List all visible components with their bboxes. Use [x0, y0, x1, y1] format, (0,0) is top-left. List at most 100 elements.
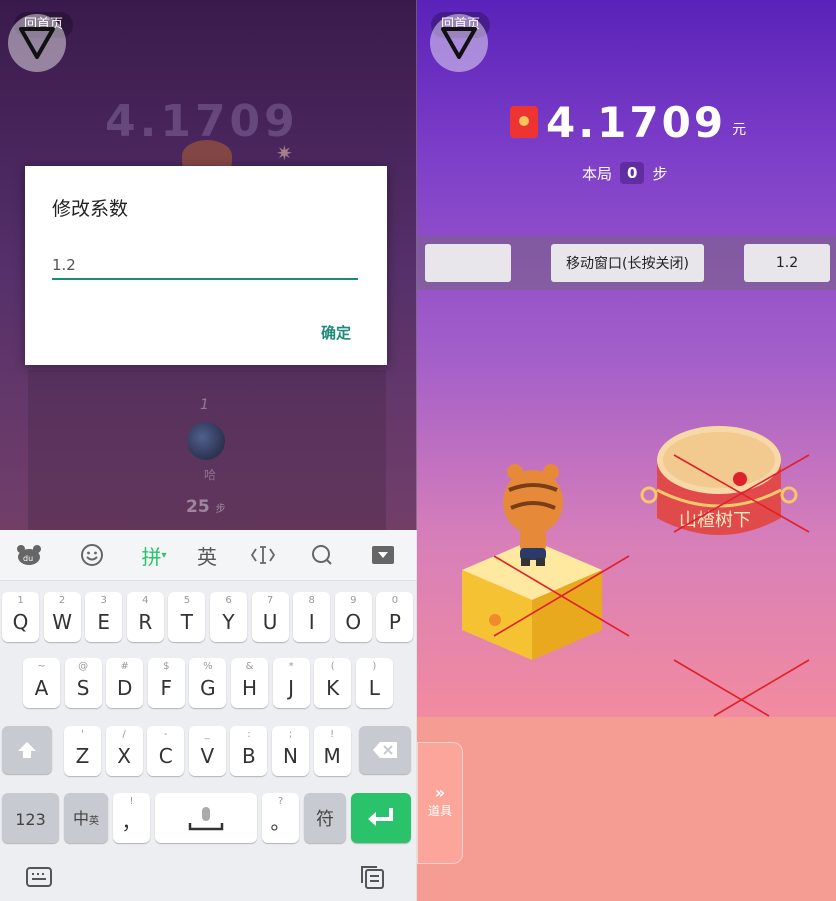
- dimmed-steps-value: 25: [186, 497, 210, 517]
- english-mode-button[interactable]: 英: [193, 540, 221, 570]
- key-k[interactable]: (K: [314, 658, 352, 708]
- key-f[interactable]: $ F: [147, 658, 185, 708]
- keyboard-switch-icon[interactable]: [25, 866, 53, 893]
- enter-key[interactable]: [351, 793, 411, 843]
- floating-control-bar: 移动窗口(长按关闭) 1.2: [417, 236, 836, 290]
- key-z[interactable]: ' Z: [64, 726, 101, 776]
- period-key-label: 。: [270, 810, 291, 834]
- key-x[interactable]: / X: [105, 726, 143, 776]
- key-h[interactable]: & H: [231, 658, 268, 708]
- floating-triangle-badge[interactable]: [430, 14, 488, 72]
- key-sub-label: (: [330, 661, 335, 672]
- space-key[interactable]: [155, 793, 257, 843]
- move-window-button[interactable]: 移动窗口(长按关闭): [551, 244, 704, 282]
- dimmed-player-name: 哈: [204, 468, 217, 482]
- keyboard-logo-icon[interactable]: du: [14, 540, 44, 570]
- dimmed-rank: 1: [200, 397, 209, 413]
- key-label: Y: [222, 610, 235, 634]
- red-envelope-icon: [510, 106, 538, 138]
- key-sub-label: 0: [391, 595, 399, 606]
- blank-control-button[interactable]: [425, 244, 511, 282]
- key-n[interactable]: ; N: [272, 726, 309, 776]
- key-sub-label: 4: [142, 595, 149, 606]
- clipboard-icon[interactable]: [358, 864, 386, 895]
- key-t[interactable]: 5T: [168, 592, 206, 642]
- key-e[interactable]: 3E: [85, 592, 123, 642]
- key-d[interactable]: # D: [106, 658, 144, 708]
- key-label: I: [308, 610, 315, 634]
- key-sub-label: /: [122, 729, 126, 740]
- key-y[interactable]: 6Y: [210, 592, 247, 642]
- key-label: V: [200, 744, 215, 768]
- enter-icon: [368, 808, 393, 826]
- key-sub-label: ': [81, 729, 84, 740]
- key-sub-label: &: [245, 661, 254, 672]
- key-label: O: [345, 610, 362, 634]
- key-r[interactable]: 4R: [126, 592, 164, 642]
- coefficient-input[interactable]: [52, 252, 358, 280]
- target-dot: [733, 472, 747, 486]
- key-sub-label: 1: [17, 595, 24, 606]
- floating-triangle-badge[interactable]: [8, 14, 66, 72]
- key-sub-label: 6: [225, 595, 232, 606]
- key-j[interactable]: * J: [272, 658, 310, 708]
- key-label: M: [323, 744, 341, 768]
- key-label: R: [138, 610, 153, 634]
- key-w[interactable]: 2W: [43, 592, 81, 642]
- key-label: K: [326, 676, 340, 700]
- key-v[interactable]: _ V: [188, 726, 226, 776]
- backspace-key[interactable]: [359, 726, 411, 774]
- key-u[interactable]: 7U: [251, 592, 289, 642]
- shift-icon: [18, 742, 36, 758]
- comma-key[interactable]: ! ，: [113, 793, 150, 843]
- props-side-tab[interactable]: » 道具: [417, 742, 463, 864]
- cursor-icon[interactable]: [248, 540, 278, 570]
- key-s[interactable]: @ S: [64, 658, 102, 708]
- key-b[interactable]: :B: [230, 726, 268, 776]
- symbol-key[interactable]: 符: [304, 793, 346, 843]
- key-label: A: [34, 676, 49, 700]
- key-p[interactable]: 0P: [376, 592, 414, 642]
- key-sub-label: _: [204, 729, 210, 740]
- key-i[interactable]: 8I: [293, 592, 331, 642]
- key-label: J: [288, 676, 295, 700]
- svg-text:du: du: [23, 554, 33, 563]
- numbers-key[interactable]: 123: [2, 793, 59, 843]
- hide-keyboard-icon[interactable]: [369, 540, 397, 570]
- key-m[interactable]: ! M: [313, 726, 351, 776]
- key-o[interactable]: 9O: [334, 592, 372, 642]
- props-label: 道具: [427, 804, 452, 818]
- step-prefix: 本局: [582, 164, 613, 183]
- zh-en-switch-key[interactable]: 中英: [64, 793, 108, 843]
- key-label: Z: [75, 744, 90, 768]
- key-g[interactable]: % G: [189, 658, 227, 708]
- right-panel: 回首页 4.1709 元 本局 0 步 移动窗口(长按关闭) 1.2 山楂树下 …: [417, 0, 836, 901]
- microphone-icon: [188, 807, 224, 831]
- triangle-down-icon: [19, 27, 55, 59]
- key-sub-label: 3: [100, 595, 107, 606]
- key-sub-label: 8: [308, 595, 315, 606]
- key-label: Q: [12, 610, 29, 634]
- key-label: B: [242, 744, 256, 768]
- pinyin-mode-button[interactable]: 拼 ▾: [136, 540, 172, 570]
- confirm-button[interactable]: 确定: [321, 322, 351, 343]
- search-icon[interactable]: [308, 540, 336, 570]
- dimmed-avatar: [187, 422, 225, 460]
- key-l[interactable]: ) L: [355, 658, 393, 708]
- key-label: F: [160, 676, 173, 700]
- chevron-right-icon: »: [434, 783, 446, 802]
- shift-key[interactable]: [2, 726, 52, 774]
- dimmed-steps-unit: 步: [215, 504, 226, 515]
- period-key[interactable]: ? 。: [262, 793, 299, 843]
- key-label: S: [76, 676, 90, 700]
- emoji-icon[interactable]: [78, 540, 106, 570]
- balance-value: 4.1709: [546, 97, 727, 147]
- key-q[interactable]: 1Q: [2, 592, 39, 642]
- key-c[interactable]: -C: [147, 726, 185, 776]
- key-sub-label: 7: [266, 595, 274, 606]
- key-a[interactable]: ~ A: [23, 658, 60, 708]
- modify-coefficient-dialog: 修改系数 确定: [25, 166, 387, 365]
- coefficient-button[interactable]: 1.2: [744, 244, 830, 282]
- key-sub-label: ): [372, 661, 377, 672]
- game-scene: 山楂树下: [462, 426, 810, 717]
